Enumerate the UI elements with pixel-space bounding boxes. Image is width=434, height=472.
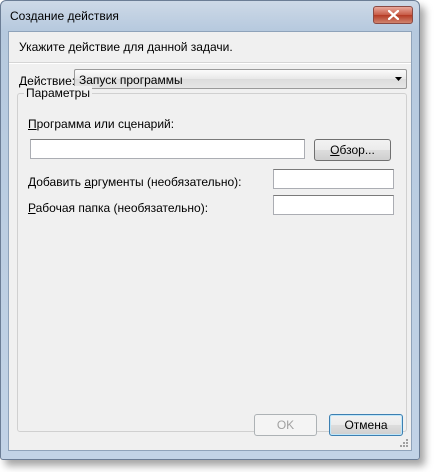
title-bar[interactable]: Создание действия: [1, 1, 419, 31]
close-button[interactable]: [373, 6, 413, 24]
action-dropdown-value: Запуск программы: [79, 73, 183, 87]
workdir-label: Рабочая папка (необязательно):: [28, 201, 209, 215]
cancel-button[interactable]: Отмена: [329, 414, 403, 436]
program-label: Программа или сценарий:: [28, 117, 175, 131]
window-title: Создание действия: [10, 9, 119, 23]
divider: [9, 62, 411, 64]
parameters-legend: Параметры: [24, 86, 92, 100]
close-icon: [388, 10, 399, 20]
dialog-body: Укажите действие для данной задачи. Дейс…: [8, 31, 412, 451]
program-input[interactable]: [30, 139, 305, 159]
browse-button[interactable]: Обзор...: [314, 139, 391, 161]
parameters-group: Параметры Программа или сценарий: Обзор.…: [17, 86, 407, 432]
chevron-down-icon: [395, 77, 402, 81]
instruction-text: Укажите действие для данной задачи.: [19, 40, 233, 54]
resize-grip-icon[interactable]: [399, 438, 409, 448]
arguments-label: Добавить аргументы (необязательно):: [28, 175, 242, 189]
arguments-input[interactable]: [273, 169, 394, 189]
ok-button[interactable]: OK: [254, 414, 317, 436]
action-dropdown[interactable]: Запуск программы: [74, 69, 407, 89]
dialog-window: Создание действия Укажите действие для д…: [0, 0, 420, 460]
workdir-input[interactable]: [273, 195, 394, 215]
